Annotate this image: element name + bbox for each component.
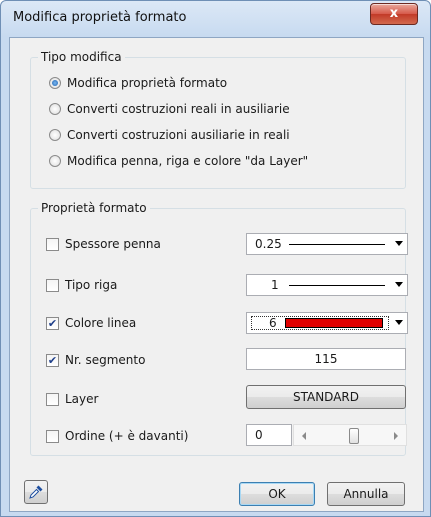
checkbox-spessore-penna[interactable]: Spessore penna bbox=[46, 235, 161, 253]
line-preview bbox=[289, 244, 385, 245]
layer-button[interactable]: STANDARD bbox=[246, 385, 406, 409]
radio-button[interactable] bbox=[49, 103, 61, 115]
pipette-button[interactable] bbox=[24, 480, 48, 504]
radio-button[interactable] bbox=[49, 129, 61, 141]
checkbox-unchecked[interactable] bbox=[46, 237, 59, 251]
radio-label: Modifica penna, riga e colore "da Layer" bbox=[67, 154, 309, 168]
tipo-riga-dropdown[interactable]: 1 bbox=[246, 274, 408, 296]
checkbox-ordine[interactable]: Ordine (+ è davanti) bbox=[46, 427, 188, 445]
nr-segmento-field[interactable]: 115 bbox=[246, 348, 406, 370]
color-swatch bbox=[285, 318, 383, 328]
checkbox-label: Nr. segmento bbox=[65, 353, 146, 367]
tipo-riga-value: 1 bbox=[271, 278, 279, 292]
chevron-down-icon bbox=[395, 282, 403, 287]
radio-button-checked[interactable] bbox=[49, 77, 61, 89]
checkbox-nr-segmento[interactable]: ✔ Nr. segmento bbox=[46, 351, 145, 369]
eyedropper-icon bbox=[29, 485, 43, 499]
radio-button[interactable] bbox=[49, 155, 61, 167]
checkbox-unchecked[interactable] bbox=[46, 429, 59, 443]
slider-thumb[interactable] bbox=[348, 428, 359, 444]
checkbox-colore-linea[interactable]: ✔ Colore linea bbox=[46, 314, 136, 332]
radio-label: Converti costruzioni reali in ausiliarie bbox=[67, 102, 290, 116]
chevron-down-icon bbox=[395, 241, 403, 246]
line-preview bbox=[289, 285, 385, 286]
radio-modifica-da-layer[interactable]: Modifica penna, riga e colore "da Layer" bbox=[49, 152, 308, 170]
title-bar[interactable]: Modifica proprietà formato x bbox=[1, 1, 430, 37]
checkbox-label: Tipo riga bbox=[65, 278, 118, 292]
ok-button[interactable]: OK bbox=[239, 482, 315, 506]
window-title: Modifica proprietà formato bbox=[13, 10, 187, 25]
ordine-slider[interactable] bbox=[293, 424, 407, 446]
checkbox-unchecked[interactable] bbox=[46, 278, 59, 292]
cancel-button[interactable]: Annulla bbox=[327, 482, 405, 506]
checkbox-label: Layer bbox=[65, 392, 99, 406]
close-button[interactable]: x bbox=[370, 3, 418, 25]
radio-label: Modifica proprietà formato bbox=[67, 76, 228, 90]
tipo-modifica-group: Tipo modifica Modifica proprietà formato… bbox=[30, 50, 406, 189]
radio-label: Converti costruzioni ausiliarie in reali bbox=[67, 128, 290, 142]
dialog-body: Tipo modifica Modifica proprietà formato… bbox=[9, 37, 424, 512]
spessore-penna-dropdown[interactable]: 0.25 bbox=[246, 233, 408, 255]
dialog-window: Modifica proprietà formato x Tipo modifi… bbox=[0, 0, 431, 517]
colore-value: 6 bbox=[269, 316, 277, 330]
arrow-left-icon[interactable] bbox=[302, 432, 306, 440]
tipo-modifica-legend: Tipo modifica bbox=[38, 50, 125, 64]
checkbox-tipo-riga[interactable]: Tipo riga bbox=[46, 276, 117, 294]
chevron-down-icon bbox=[395, 320, 403, 325]
checkbox-label: Colore linea bbox=[65, 316, 137, 330]
checkbox-checked[interactable]: ✔ bbox=[46, 353, 59, 367]
ordine-value-field[interactable]: 0 bbox=[246, 424, 292, 446]
radio-converti-reali-ausiliarie[interactable]: Converti costruzioni reali in ausiliarie bbox=[49, 100, 290, 118]
proprieta-formato-legend: Proprietà formato bbox=[38, 201, 150, 215]
radio-converti-ausiliarie-reali[interactable]: Converti costruzioni ausiliarie in reali bbox=[49, 126, 290, 144]
arrow-right-icon[interactable] bbox=[394, 432, 398, 440]
close-icon: x bbox=[389, 6, 399, 21]
checkbox-checked[interactable]: ✔ bbox=[46, 316, 59, 330]
colore-linea-dropdown[interactable]: 6 bbox=[246, 312, 408, 334]
spessore-value: 0.25 bbox=[255, 237, 282, 251]
checkbox-label: Ordine (+ è davanti) bbox=[65, 429, 189, 443]
radio-modifica-proprieta[interactable]: Modifica proprietà formato bbox=[49, 74, 227, 92]
checkbox-layer[interactable]: Layer bbox=[46, 390, 98, 408]
checkbox-unchecked[interactable] bbox=[46, 392, 59, 406]
checkbox-label: Spessore penna bbox=[65, 237, 161, 251]
